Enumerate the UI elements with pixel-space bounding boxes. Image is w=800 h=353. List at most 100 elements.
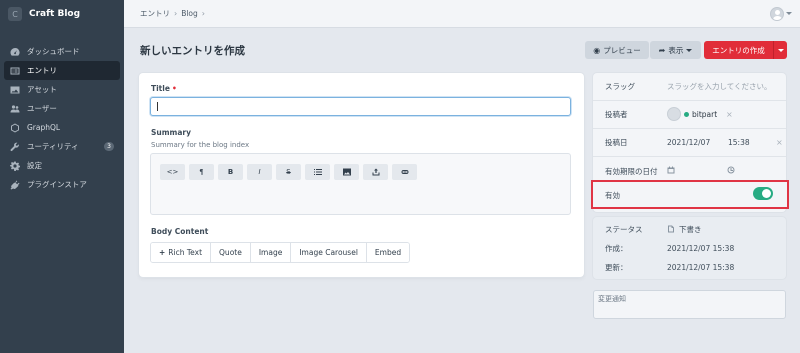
enabled-row: 有効: [591, 180, 789, 209]
user-avatar[interactable]: [770, 7, 784, 21]
image-icon: [10, 85, 20, 95]
page-title: 新しいエントリを作成: [140, 45, 245, 57]
image-icon: [342, 168, 351, 176]
expiry-date-label: 有効期限の日付: [605, 166, 658, 176]
add-quote-button[interactable]: Quote: [211, 243, 251, 262]
breadcrumb-entries[interactable]: エントリ: [140, 8, 170, 19]
created-row: 作成： 2021/12/07 15:38: [593, 240, 786, 256]
block-label: Rich Text: [168, 248, 203, 257]
code-button[interactable]: <>: [160, 164, 185, 180]
sidebar-item-users[interactable]: ユーザー: [4, 99, 120, 118]
summary-editor[interactable]: <> ¶ B I S: [150, 153, 571, 215]
graphql-icon: [10, 123, 20, 133]
enabled-label: 有効: [605, 191, 620, 200]
clock-icon[interactable]: [727, 166, 735, 176]
change-notes-input[interactable]: 変更通知: [593, 290, 786, 319]
sidebar-item-settings[interactable]: 設定: [4, 156, 120, 175]
sidebar-item-label: プラグインストア: [27, 180, 87, 189]
chevron-down-icon[interactable]: [786, 12, 792, 15]
change-notes-placeholder: 変更通知: [598, 295, 626, 303]
upload-icon: [372, 168, 379, 176]
author-name[interactable]: bitpart: [692, 110, 717, 119]
strikethrough-button[interactable]: S: [276, 164, 301, 180]
add-embed-button[interactable]: Embed: [366, 243, 410, 262]
preview-button[interactable]: ◉ プレビュー: [585, 41, 649, 59]
upload-button[interactable]: [363, 164, 388, 180]
status-row: ステータス 下書き: [593, 221, 786, 237]
updated-value: 2021/12/07 15:38: [667, 262, 735, 272]
breadcrumb-separator: ›: [174, 9, 178, 18]
sidebar-item-graphql[interactable]: GraphQL: [4, 118, 120, 137]
add-image-button[interactable]: Image: [250, 243, 292, 262]
sidebar-item-label: GraphQL: [27, 123, 61, 132]
sidebar-item-label: アセット: [27, 85, 57, 94]
sidebar-item-plugin-store[interactable]: プラグインストア: [4, 175, 120, 194]
add-rich-text-button[interactable]: + Rich Text: [151, 243, 212, 262]
clear-date-icon[interactable]: ×: [776, 138, 783, 147]
entry-content-card: Title • Summary Summary for the blog inde…: [139, 73, 584, 277]
sidebar-item-label: ユーザー: [27, 104, 57, 113]
toggle-knob: [762, 189, 771, 198]
sidebar-item-label: ユーティリティ: [27, 142, 79, 151]
view-label: 表示: [668, 45, 684, 55]
share-arrow-icon: ➦: [658, 45, 666, 55]
slug-row: スラッグ スラッグを入力してください。: [593, 73, 786, 101]
sidebar-item-label: ダッシュボード: [27, 47, 80, 56]
italic-button[interactable]: I: [247, 164, 272, 180]
breadcrumb-blog[interactable]: Blog: [181, 9, 198, 18]
updated-label: 更新：: [605, 262, 628, 272]
add-image-carousel-button[interactable]: Image Carousel: [291, 243, 367, 262]
paragraph-button[interactable]: ¶: [189, 164, 214, 180]
link-button[interactable]: [392, 164, 417, 180]
save-options-menu-button[interactable]: [773, 41, 787, 59]
calendar-icon[interactable]: [667, 166, 675, 176]
insert-image-button[interactable]: [334, 164, 359, 180]
plug-icon: [10, 180, 20, 190]
bold-button[interactable]: B: [218, 164, 243, 180]
sidebar-item-entries[interactable]: エントリ: [4, 61, 120, 80]
created-label: 作成：: [605, 243, 628, 253]
create-entry-label: エントリの作成: [712, 45, 765, 55]
view-button[interactable]: ➦ 表示: [650, 41, 701, 59]
remove-author-icon[interactable]: ×: [726, 110, 733, 119]
post-date-row: 投稿日 2021/12/07 15:38 ×: [593, 129, 786, 157]
status-label: ステータス: [605, 224, 643, 234]
sidebar-item-dashboard[interactable]: ダッシュボード: [4, 42, 120, 61]
created-value: 2021/12/07 15:38: [667, 243, 735, 253]
breadcrumb-separator: ›: [201, 9, 205, 18]
create-entry-button[interactable]: エントリの作成: [704, 41, 773, 59]
author-avatar: [667, 107, 681, 121]
list-icon: [313, 169, 322, 175]
required-indicator: •: [171, 84, 177, 93]
users-icon: [10, 104, 20, 114]
gauge-icon: [10, 47, 20, 57]
slug-input[interactable]: スラッグを入力してください。: [667, 81, 772, 92]
list-button[interactable]: [305, 164, 330, 180]
site-name: Craft Blog: [29, 9, 81, 19]
post-date-label: 投稿日: [605, 138, 628, 147]
sidebar-item-label: 設定: [27, 161, 42, 170]
top-bar: エントリ › Blog ›: [124, 0, 800, 28]
enabled-toggle[interactable]: [753, 187, 773, 200]
sidebar: C Craft Blog ダッシュボード エントリ アセット ユーザー Grap…: [0, 0, 124, 353]
post-time-input[interactable]: 15:38: [728, 138, 750, 147]
post-date-input[interactable]: 2021/12/07: [667, 138, 710, 147]
summary-help-text: Summary for the blog index: [151, 141, 250, 149]
link-icon: [401, 170, 408, 174]
brand[interactable]: C Craft Blog: [0, 0, 124, 28]
utilities-count-badge: 3: [104, 142, 114, 151]
text-cursor: [157, 102, 158, 111]
author-status-dot: [684, 112, 689, 117]
sidebar-item-label: エントリ: [27, 66, 57, 75]
sidebar-item-assets[interactable]: アセット: [4, 80, 120, 99]
slug-label: スラッグ: [605, 82, 635, 91]
updated-row: 更新： 2021/12/07 15:38: [593, 259, 786, 275]
preview-label: プレビュー: [603, 45, 641, 55]
eye-icon: ◉: [593, 45, 601, 55]
title-label-text: Title: [151, 84, 170, 93]
craft-logo-icon: C: [8, 7, 22, 21]
plus-icon: +: [159, 248, 166, 257]
title-input[interactable]: [150, 97, 571, 116]
sidebar-item-utilities[interactable]: ユーティリティ 3: [4, 137, 120, 156]
draft-document-icon: [667, 225, 675, 235]
